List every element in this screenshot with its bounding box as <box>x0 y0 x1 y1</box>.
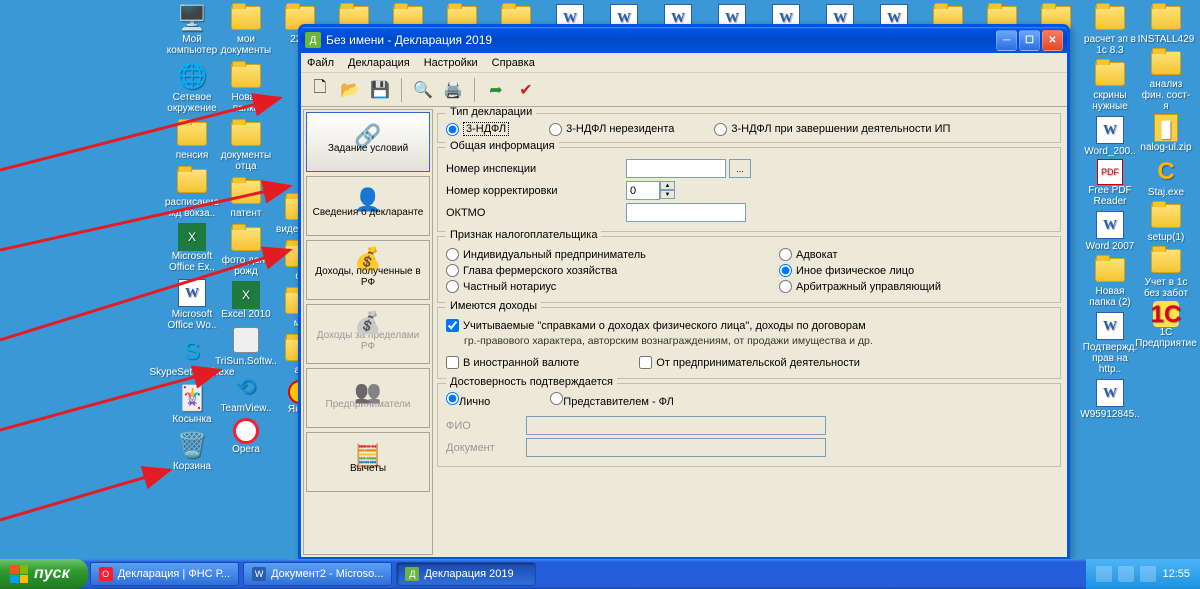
toolbar: 🗋 📂 💾 🔍 🖨️ ➦ ✔ <box>301 73 1067 107</box>
sidebar-declarant[interactable]: 👤Сведения о декларанте <box>306 176 430 236</box>
desktop-icon[interactable]: SSkypeSetup(1).exe <box>166 335 218 378</box>
minimize-button[interactable]: ─ <box>996 30 1017 51</box>
radio-advocate[interactable]: Адвокат <box>779 248 1052 261</box>
desktop-icon[interactable]: Opera <box>220 418 272 455</box>
tray-icon[interactable] <box>1140 566 1156 582</box>
sidebar-income-rf[interactable]: 💰Доходы, полученные в РФ <box>306 240 430 300</box>
form-area: Тип декларации 3-НДФЛ 3-НДФЛ нерезидента… <box>435 107 1067 557</box>
app-icon: Д <box>305 32 321 48</box>
desktop-icon[interactable]: TriSun.Softw.. <box>220 324 272 367</box>
radio-notary[interactable]: Частный нотариус <box>446 280 719 293</box>
radio-self[interactable]: Лично <box>446 392 490 408</box>
desktop-icon[interactable]: Word 2007 <box>1084 209 1136 252</box>
fio-input <box>526 416 826 435</box>
desktop-icon[interactable]: расчет зп в 1с 8.3 <box>1084 2 1136 56</box>
task-declaration[interactable]: ДДекларация 2019 <box>396 562 536 586</box>
desktop-icon[interactable]: документы отца <box>220 118 272 172</box>
desktop-icon[interactable]: скрины нужные <box>1084 58 1136 112</box>
export-icon[interactable]: ➦ <box>483 77 509 103</box>
tray-icon[interactable] <box>1096 566 1112 582</box>
menubar: Файл Декларация Настройки Справка <box>301 53 1067 73</box>
desktop-icon[interactable]: INSTALL429 <box>1140 2 1192 45</box>
oktmo-input[interactable] <box>626 203 746 222</box>
desktop-icon[interactable]: CStaj.exe <box>1140 155 1192 198</box>
preview-icon[interactable]: 🔍 <box>410 77 436 103</box>
print-icon[interactable]: 🖨️ <box>440 77 466 103</box>
desktop-icon[interactable]: мои документы <box>220 2 272 56</box>
new-icon[interactable]: 🗋 <box>307 77 333 103</box>
desktop-icon[interactable]: ⟲TeamView.. <box>220 371 272 414</box>
doc-input <box>526 438 826 457</box>
desktop-icon[interactable]: патент <box>220 176 272 219</box>
desktop-icon[interactable]: 🖥️Мой компьютер <box>166 2 218 56</box>
sidebar: 🔗Задание условий 👤Сведения о декларанте … <box>303 109 433 555</box>
sidebar-income-foreign[interactable]: 💰Доходы за пределами РФ <box>306 304 430 364</box>
desktop-icon[interactable]: ▮nalog-ul.zip <box>1140 114 1192 153</box>
desktop: 🖥️Мой компьютер 🌐Сетевое окружение пенси… <box>0 0 1200 559</box>
correction-spinner[interactable]: ▲▼ <box>626 181 675 200</box>
desktop-icon[interactable]: Подтвержд. прав на http.. <box>1084 310 1136 375</box>
chk-currency[interactable]: В иностранной валюте <box>446 356 579 369</box>
desktop-icon[interactable]: Новая папка <box>220 60 272 114</box>
sidebar-deductions[interactable]: 🧮Вычеты <box>306 432 430 492</box>
check-icon[interactable]: ✔ <box>513 77 539 103</box>
desktop-icon[interactable]: расписание жд вокза.. <box>166 165 218 219</box>
sidebar-entrepreneurs[interactable]: 👥Предприниматели <box>306 368 430 428</box>
radio-arbitr[interactable]: Арбитражный управляющий <box>779 280 1052 293</box>
radio-other[interactable]: Иное физическое лицо <box>779 264 1052 277</box>
desktop-icon[interactable]: PDFFree PDF Reader <box>1084 159 1136 207</box>
desktop-icon[interactable]: 🗑️Корзина <box>166 429 218 472</box>
group-confirmation: Достоверность подтверждается Лично Предс… <box>437 383 1061 467</box>
task-word[interactable]: WДокумент2 - Microso... <box>243 562 392 586</box>
menu-file[interactable]: Файл <box>307 57 334 69</box>
chk-spravki[interactable]: Учитываемые "справками о доходах физичес… <box>446 319 1052 332</box>
radio-3ndfl-nonres[interactable]: 3-НДФЛ нерезидента <box>549 122 674 136</box>
tray-icon[interactable] <box>1118 566 1134 582</box>
radio-3ndfl-ip[interactable]: 3-НДФЛ при завершении деятельности ИП <box>714 122 950 136</box>
radio-3ndfl[interactable]: 3-НДФЛ <box>446 122 509 136</box>
menu-settings[interactable]: Настройки <box>424 57 478 69</box>
desktop-icon[interactable]: Учет в 1с без забот <box>1140 245 1192 299</box>
windows-logo-icon <box>10 565 28 583</box>
desktop-icon[interactable]: 🌐Сетевое окружение <box>166 60 218 114</box>
inspection-browse[interactable]: ... <box>729 159 751 178</box>
group-declaration-type: Тип декларации 3-НДФЛ 3-НДФЛ нерезидента… <box>437 113 1061 143</box>
taskbar: пуск OДекларация | ФНС Р... WДокумент2 -… <box>0 559 1200 589</box>
inspection-input[interactable] <box>626 159 726 178</box>
radio-rep[interactable]: Представителем - ФЛ <box>550 392 674 408</box>
desktop-icon[interactable]: XMicrosoft Office Ex.. <box>166 223 218 273</box>
desktop-icon[interactable]: Microsoft Office Wo.. <box>166 277 218 331</box>
group-taxpayer-sign: Признак налогоплательщика Индивидуальный… <box>437 236 1061 303</box>
desktop-icon[interactable]: пенсия <box>166 118 218 161</box>
system-tray: 12:55 <box>1086 559 1200 589</box>
desktop-icon[interactable]: W95912845.. <box>1084 377 1136 420</box>
app-window: Д Без имени - Декларация 2019 ─ ☐ ✕ Файл… <box>298 24 1070 560</box>
start-button[interactable]: пуск <box>0 559 88 589</box>
close-button[interactable]: ✕ <box>1042 30 1063 51</box>
menu-declaration[interactable]: Декларация <box>348 57 410 69</box>
radio-ip[interactable]: Индивидуальный предприниматель <box>446 248 719 261</box>
desktop-icon[interactable]: XExcel 2010 <box>220 281 272 320</box>
window-title: Без имени - Декларация 2019 <box>326 33 994 47</box>
desktop-icon[interactable]: анализ фин. сост-я <box>1140 47 1192 112</box>
desktop-icon[interactable]: 1C1С Предприятие <box>1140 301 1192 349</box>
open-icon[interactable]: 📂 <box>337 77 363 103</box>
maximize-button[interactable]: ☐ <box>1019 30 1040 51</box>
group-general-info: Общая информация Номер инспекции... Номе… <box>437 147 1061 232</box>
group-income-present: Имеются доходы Учитываемые "справками о … <box>437 307 1061 379</box>
desktop-icon[interactable]: Новая папка (2) <box>1084 254 1136 308</box>
clock[interactable]: 12:55 <box>1162 568 1190 580</box>
desktop-icon[interactable]: фото день рожд <box>220 223 272 277</box>
chk-business[interactable]: От предпринимательской деятельности <box>639 356 860 369</box>
save-icon[interactable]: 💾 <box>367 77 393 103</box>
desktop-icon[interactable]: setup(1) <box>1140 200 1192 243</box>
task-browser[interactable]: OДекларация | ФНС Р... <box>90 562 239 586</box>
menu-help[interactable]: Справка <box>492 57 535 69</box>
sidebar-conditions[interactable]: 🔗Задание условий <box>306 112 430 172</box>
radio-farmer[interactable]: Глава фермерского хозяйства <box>446 264 719 277</box>
titlebar[interactable]: Д Без имени - Декларация 2019 ─ ☐ ✕ <box>301 27 1067 53</box>
desktop-icon[interactable]: 🃏Косынка <box>166 382 218 425</box>
desktop-icon[interactable]: Word_200.. <box>1084 114 1136 157</box>
